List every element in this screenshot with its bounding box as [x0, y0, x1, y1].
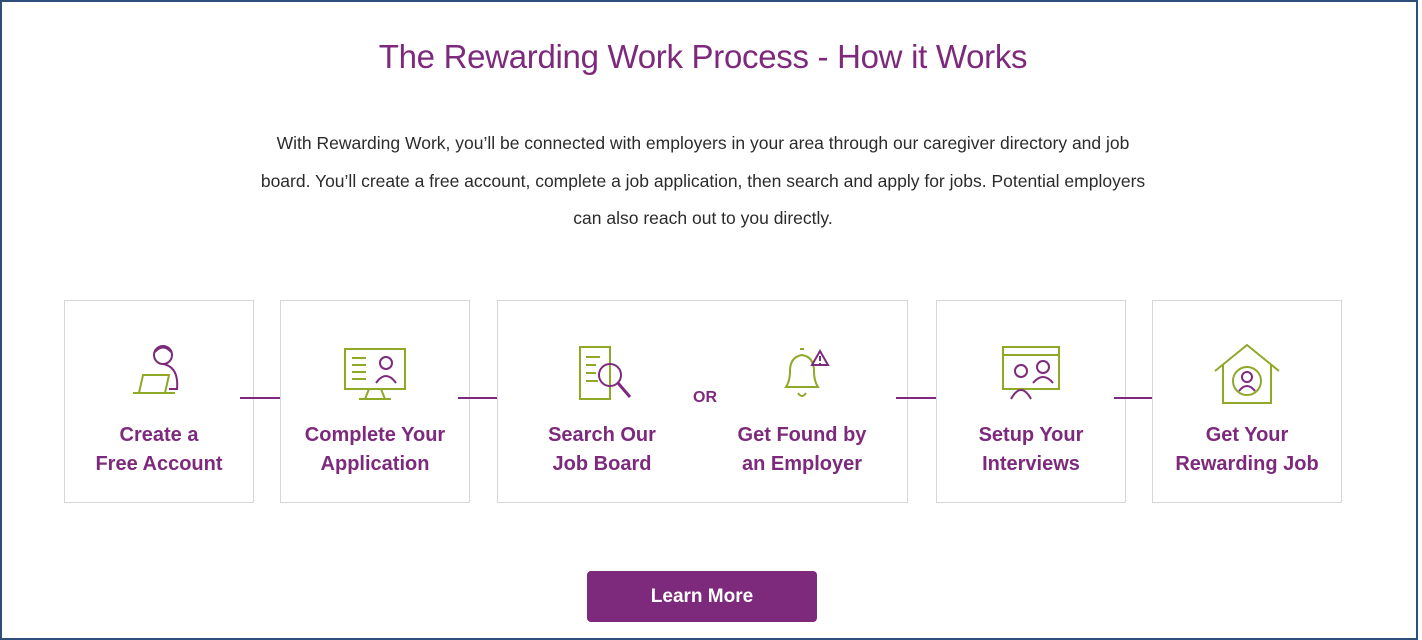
section-title: The Rewarding Work Process - How it Work…: [378, 38, 1028, 75]
step-get-found: Get Found by an Employer: [708, 301, 896, 502]
intro-line-2: board. You’ll create a free account, com…: [260, 170, 1146, 191]
step-get-rewarding-job: Get Your Rewarding Job: [1152, 300, 1342, 503]
step-label: Get Your Rewarding Job: [1175, 424, 1319, 475]
step-search-or-found: Search Our Job Board OR Get Found by an …: [497, 300, 908, 503]
step-label: Search Our Job Board: [548, 424, 656, 475]
step-label: Complete Your Application: [304, 424, 446, 475]
intro-line-1: With Rewarding Work, you’ll be connected…: [276, 133, 1130, 153]
house-person-icon: [1207, 341, 1287, 411]
intro-text: With Rewarding Work, you’ll be connected…: [200, 125, 1206, 238]
step-complete-application: Complete Your Application: [280, 300, 470, 503]
monitor-profile-icon: [335, 341, 415, 411]
step-label: Create a Free Account: [95, 424, 223, 475]
bell-alert-icon: [762, 341, 842, 411]
learn-more-button[interactable]: Learn More: [587, 571, 817, 622]
video-call-icon: [991, 341, 1071, 411]
step-create-account: Create a Free Account: [64, 300, 254, 503]
step-setup-interviews: Setup Your Interviews: [936, 300, 1126, 503]
document-search-icon: [562, 341, 642, 411]
step-label: Setup Your Interviews: [978, 424, 1084, 475]
step-search-job-board: Search Our Job Board: [508, 301, 696, 502]
step-label: Get Found by an Employer: [737, 424, 867, 475]
person-laptop-icon: [119, 341, 199, 411]
intro-line-3: can also reach out to you directly.: [573, 208, 833, 228]
